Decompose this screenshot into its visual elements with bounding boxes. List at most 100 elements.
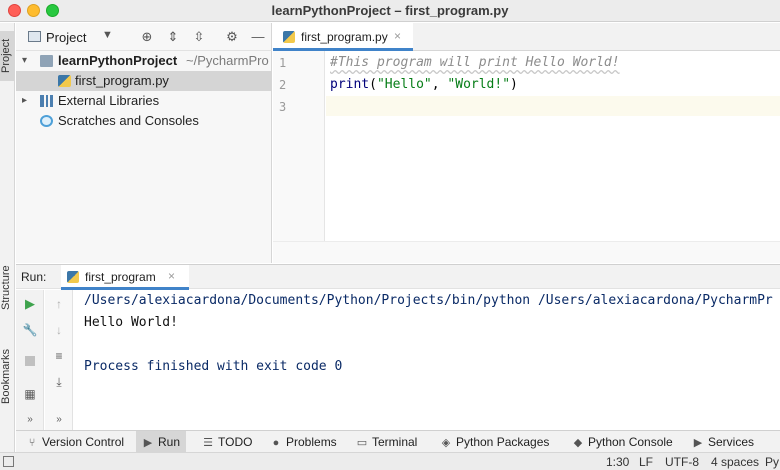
tree-item-label: External Libraries — [58, 93, 160, 108]
console-line: Process finished with exit code 0 — [84, 359, 343, 374]
branch-icon: ⑂ — [28, 437, 36, 449]
todo-button[interactable]: ☰ TODO — [202, 431, 252, 453]
run-tab-label: first_program — [85, 270, 156, 284]
soft-wrap-icon[interactable]: ≡ — [51, 348, 67, 364]
left-tool-strip: Project Structure Bookmarks — [0, 23, 15, 453]
tree-item-project-root[interactable]: ▾ learnPythonProject ~/PycharmPro — [16, 51, 272, 71]
window-title: learnPythonProject – first_program.py — [271, 3, 509, 18]
more-icon[interactable]: » — [51, 412, 67, 428]
version-control-button[interactable]: ⑂ Version Control — [26, 431, 124, 453]
code-string: "World!" — [447, 77, 511, 92]
tab-run-first-program[interactable]: first_program × — [61, 265, 189, 290]
expand-all-icon[interactable]: ⇕ — [164, 28, 182, 46]
bookmarks-tool-tab[interactable]: Bookmarks — [0, 341, 15, 411]
tool-label: Services — [708, 435, 755, 449]
rerun-icon[interactable]: ▶ — [22, 296, 38, 312]
project-root-path: ~/PycharmPro — [186, 53, 269, 68]
run-console[interactable]: /Users/alexiacardona/Documents/Python/Pr… — [74, 290, 780, 430]
info-icon: ● — [272, 437, 280, 449]
tree-item-external-libraries[interactable]: ▸ External Libraries — [16, 91, 272, 111]
structure-tool-tab[interactable]: Structure — [0, 258, 15, 318]
caret-position[interactable]: 1:30 — [606, 455, 629, 469]
tool-label: TODO — [218, 435, 253, 449]
terminal-icon: ▭ — [356, 437, 368, 449]
layout-toggle-icon[interactable] — [3, 456, 14, 467]
tab-first-program[interactable]: first_program.py × — [273, 23, 413, 51]
console-line: /Users/alexiacardona/Documents/Python/Pr… — [84, 293, 773, 308]
stop-icon[interactable] — [22, 354, 38, 370]
title-bar: learnPythonProject – first_program.py — [0, 0, 780, 22]
python-console-button[interactable]: ◆ Python Console — [572, 431, 673, 453]
locate-icon[interactable]: ⊕ — [138, 28, 156, 46]
code-editor: first_program.py × 1 2 3 #This program w… — [273, 23, 780, 263]
line-number: 3 — [279, 100, 287, 114]
line-separator[interactable]: LF — [639, 455, 653, 469]
chevron-down-icon[interactable]: ▾ — [22, 51, 27, 71]
run-panel-header: Run: first_program × — [16, 264, 780, 290]
terminal-button[interactable]: ▭ Terminal — [356, 431, 418, 453]
scroll-to-end-icon[interactable]: ⤓ — [51, 374, 67, 390]
list-icon: ☰ — [203, 437, 213, 449]
current-line-highlight — [326, 96, 780, 116]
python-icon: ◆ — [573, 437, 583, 449]
run-panel-label: Run: — [21, 270, 47, 284]
tree-item-first-program[interactable]: first_program.py — [16, 71, 272, 91]
code-line-2[interactable]: print("Hello", "World!") — [330, 77, 518, 92]
python-file-icon — [58, 75, 71, 87]
code-punctuation: ) — [510, 77, 518, 92]
chevron-down-icon[interactable]: ▼ — [102, 29, 113, 41]
line-number-gutter: 1 2 3 — [273, 51, 325, 263]
python-file-icon — [283, 31, 295, 43]
library-icon — [40, 95, 53, 107]
console-toolbar: ↑ ↓ ≡ ⤓ » — [45, 290, 73, 430]
tool-label: Version Control — [42, 435, 125, 449]
project-tool-tab[interactable]: Project — [0, 31, 15, 81]
file-encoding[interactable]: UTF-8 — [665, 455, 699, 469]
project-panel-header: Project ▼ ⊕ ⇕ ⇳ ⚙ — — [16, 23, 272, 51]
run-tool-button[interactable]: ▶ Run — [136, 431, 187, 453]
code-string: "Hello" — [376, 77, 432, 92]
tree-item-scratches[interactable]: Scratches and Consoles — [16, 111, 272, 131]
code-punctuation: , — [431, 77, 448, 92]
tool-label: Python Console — [588, 435, 673, 449]
line-number: 2 — [279, 78, 287, 92]
tool-label: Problems — [286, 435, 337, 449]
project-view-icon — [28, 31, 41, 42]
run-toolbar: ▶ 🔧 ▦ » — [16, 290, 44, 430]
more-icon[interactable]: » — [22, 412, 38, 428]
close-icon[interactable]: × — [394, 29, 401, 43]
services-icon: ▶ — [693, 437, 703, 449]
play-icon: ▶ — [143, 437, 153, 449]
bottom-tool-bar: ⑂ Version Control ▶ Run ☰ TODO ● Problems ▭ T… — [16, 430, 780, 453]
editor-tab-bar: first_program.py × — [273, 23, 780, 51]
layout-icon[interactable]: ▦ — [22, 386, 38, 402]
python-packages-button[interactable]: ◈ Python Packages — [440, 431, 550, 453]
scroll-down-icon[interactable]: ↓ — [51, 322, 67, 338]
line-number: 1 — [279, 56, 287, 70]
tree-item-label: Scratches and Consoles — [58, 113, 199, 128]
tool-label: Terminal — [372, 435, 418, 449]
collapse-all-icon[interactable]: ⇳ — [190, 28, 208, 46]
python-file-icon — [67, 271, 79, 283]
tool-label: Run — [158, 435, 181, 449]
chevron-right-icon[interactable]: ▸ — [22, 91, 27, 111]
hide-panel-icon[interactable]: — — [249, 28, 267, 46]
code-punctuation: ( — [369, 77, 377, 92]
editor-breadcrumb-bar — [273, 241, 780, 263]
gear-icon[interactable]: ⚙ — [223, 28, 241, 46]
indent-setting[interactable]: 4 spaces — [711, 455, 759, 469]
project-panel: Project ▼ ⊕ ⇕ ⇳ ⚙ — ▾ learnPythonProject… — [16, 23, 272, 263]
console-line: Hello World! — [84, 315, 178, 330]
project-view-label[interactable]: Project — [46, 30, 86, 45]
problems-button[interactable]: ● Problems — [270, 431, 337, 453]
close-icon[interactable]: × — [168, 269, 175, 283]
python-interpreter[interactable]: Py — [765, 455, 779, 469]
project-root-label: learnPythonProject — [58, 53, 178, 68]
wrench-icon[interactable]: 🔧 — [22, 322, 38, 338]
tab-label: first_program.py — [301, 30, 388, 44]
tree-item-label: first_program.py — [75, 73, 169, 88]
code-line-1[interactable]: #This program will print Hello World! — [330, 55, 620, 70]
status-bar: 1:30 LF UTF-8 4 spaces Py — [0, 452, 780, 470]
services-button[interactable]: ▶ Services — [692, 431, 754, 453]
scroll-up-icon[interactable]: ↑ — [51, 296, 67, 312]
